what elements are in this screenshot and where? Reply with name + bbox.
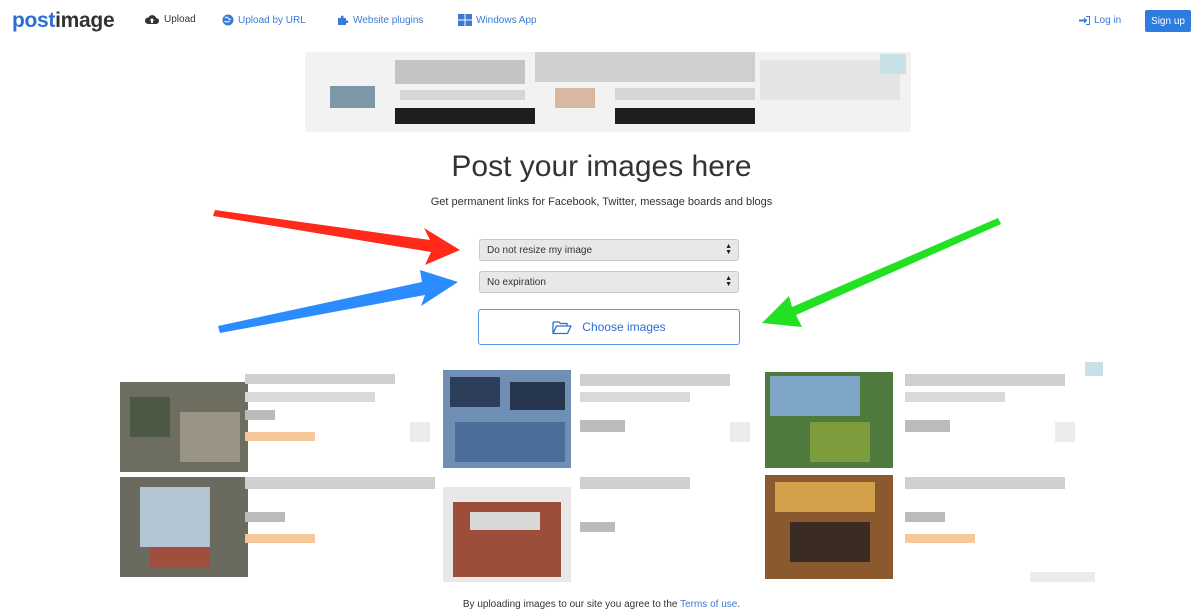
footer-terms: By uploading images to our site you agre…: [462, 599, 741, 610]
red-arrow: [213, 210, 460, 265]
image-gallery-advertisements[interactable]: [110, 362, 1103, 584]
terms-of-use-link[interactable]: Terms of use: [680, 599, 737, 610]
blue-arrow: [218, 270, 458, 333]
green-arrow: [762, 218, 1001, 327]
